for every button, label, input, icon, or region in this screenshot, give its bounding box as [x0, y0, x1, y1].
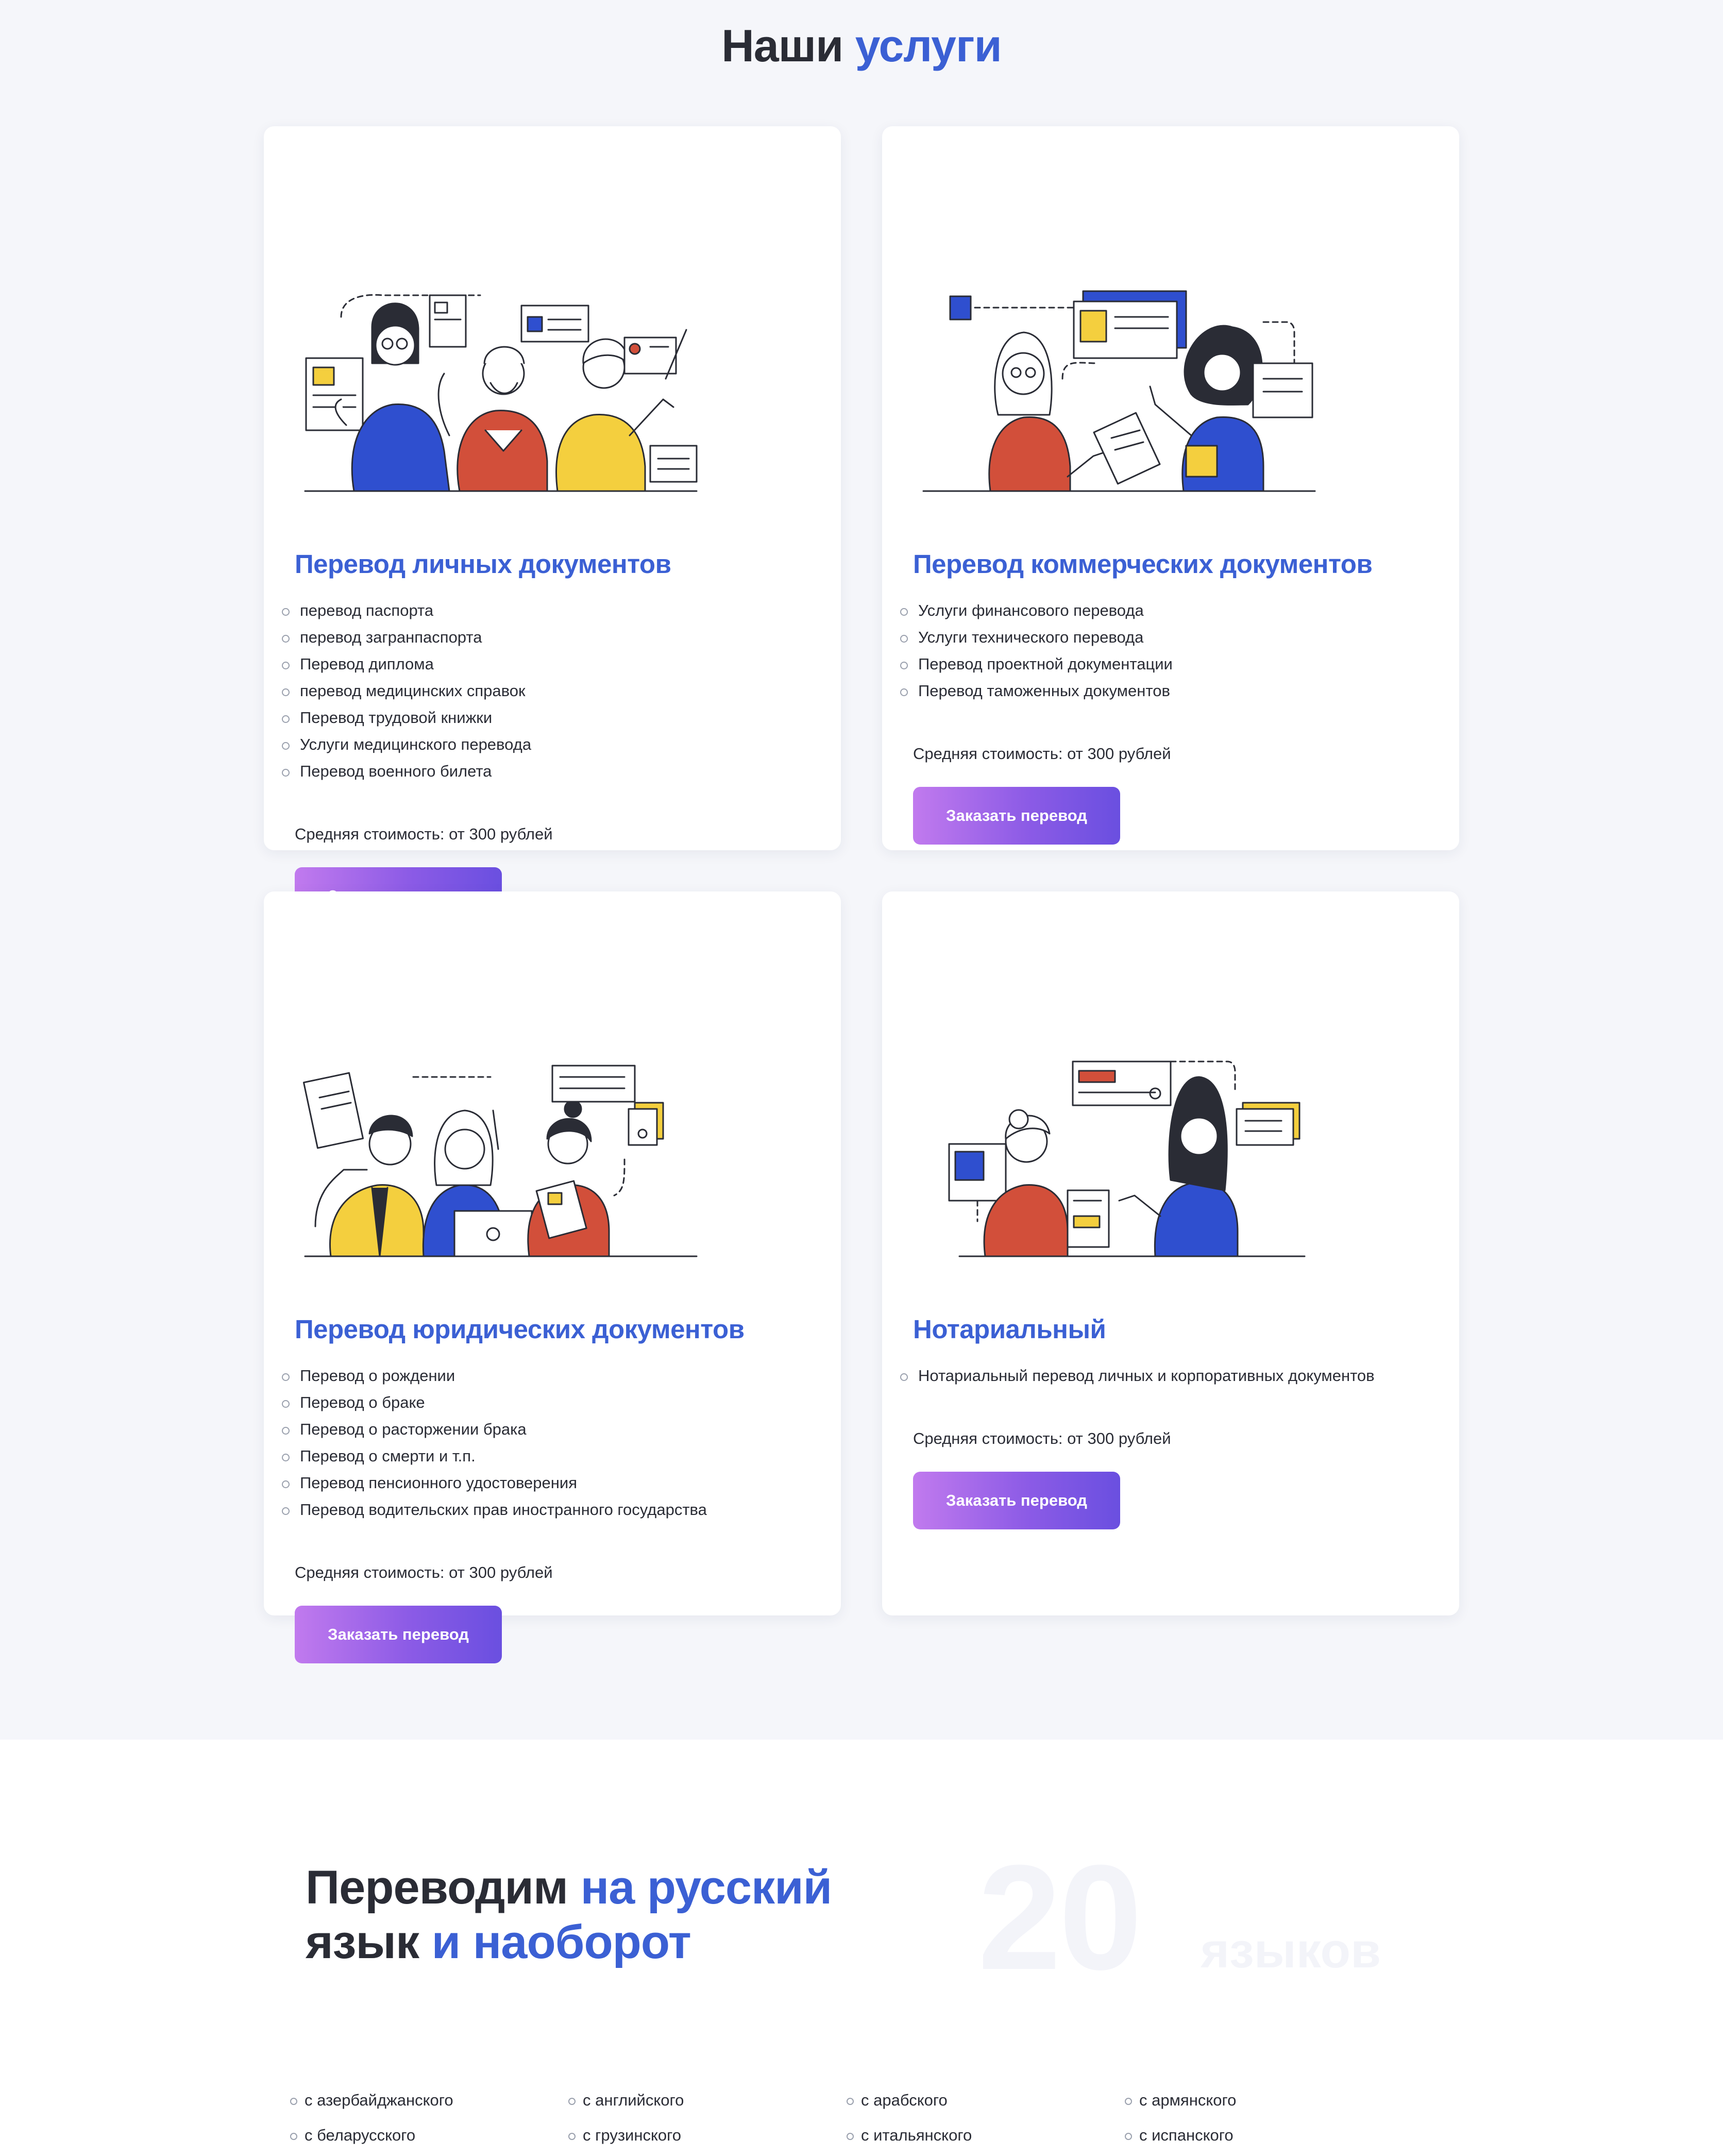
order-translation-button[interactable]: Заказать перевод [913, 1472, 1120, 1529]
languages-count-unit: языков [1201, 1923, 1381, 1978]
card-title: Перевод коммерческих документов [913, 549, 1373, 579]
languages-count: 20 [978, 1834, 1142, 2001]
service-card-legal: Перевод юридических документов Перевод о… [264, 891, 841, 1663]
list-item: Перевод о расторжении брака [282, 1416, 815, 1443]
list-item: Услуги технического перевода [900, 624, 1433, 651]
illustration-commercial-documents [913, 209, 1325, 497]
people-with-documents-illustration [922, 290, 1316, 492]
card-body: Перевод юридических документов Перевод о… [282, 1314, 815, 1663]
services-section: Наши услуги Перевод личных документов пе… [0, 0, 1723, 1740]
languages-list: с азербайджанского с английского с арабс… [290, 2087, 1424, 2149]
card-price: Средняя стоимость: от 300 рублей [913, 745, 1171, 763]
list-item: Перевод проектной документации [900, 651, 1433, 678]
heading-line1-accent: на русский [580, 1861, 833, 1914]
list-item: Перевод таможенных документов [900, 678, 1433, 704]
list-item: Перевод трудовой книжки [282, 704, 815, 731]
service-card-commercial: Перевод коммерческих документов Услуги ф… [882, 126, 1459, 850]
illustration-notary-documents [913, 974, 1325, 1262]
card-service-list: перевод паспорта перевод загранпаспорта … [282, 597, 815, 785]
list-item: Перевод водительских прав иностранного г… [282, 1496, 815, 1523]
people-with-documents-illustration [302, 1065, 698, 1257]
languages-heading: Переводим на русский язык и наоборот [306, 1860, 832, 1969]
list-item: перевод загранпаспорта [282, 624, 815, 651]
language-item: с английского [568, 2087, 847, 2114]
list-item: Перевод пенсионного удостоверения [282, 1470, 815, 1496]
card-service-list: Перевод о рождении Перевод о браке Перев… [282, 1362, 815, 1523]
list-item: перевод медицинских справок [282, 678, 815, 704]
card-price: Средняя стоимость: от 300 рублей [295, 825, 553, 843]
heading-line2-plain: язык [306, 1916, 419, 1968]
order-translation-button[interactable]: Заказать перевод [913, 787, 1120, 845]
list-item: Перевод о рождении [282, 1362, 815, 1389]
language-item: с азербайджанского [290, 2087, 568, 2114]
list-item: Перевод диплома [282, 651, 815, 678]
language-item: с грузинского [568, 2122, 847, 2149]
list-item: перевод паспорта [282, 597, 815, 624]
services-title-main: Наши [721, 20, 843, 71]
card-price: Средняя стоимость: от 300 рублей [913, 1429, 1171, 1447]
card-title: Перевод юридических документов [295, 1315, 745, 1344]
list-item: Перевод о браке [282, 1389, 815, 1416]
service-card-personal: Перевод личных документов перевод паспор… [264, 126, 841, 925]
illustration-legal-documents [295, 974, 707, 1262]
card-price: Средняя стоимость: от 300 рублей [295, 1563, 553, 1581]
list-item: Перевод военного билета [282, 758, 815, 785]
list-item: Нотариальный перевод личных и корпоратив… [900, 1362, 1433, 1389]
language-item: с итальянского [847, 2122, 1125, 2149]
services-title: Наши услуги [0, 20, 1723, 72]
services-title-accent: услуги [855, 20, 1002, 71]
people-with-documents-illustration [948, 1060, 1306, 1257]
service-card-notary: Нотариальный Нотариальный перевод личных… [882, 891, 1459, 1615]
heading-line2-accent: и наоборот [431, 1916, 691, 1968]
list-item: Услуги медицинского перевода [282, 731, 815, 758]
card-body: Перевод личных документов перевод паспор… [282, 549, 815, 925]
card-title: Перевод личных документов [295, 549, 671, 579]
people-with-documents-illustration [304, 294, 698, 492]
card-service-list: Нотариальный перевод личных и корпоратив… [900, 1362, 1433, 1389]
languages-section: Переводим на русский язык и наоборот 20 … [0, 1740, 1723, 2156]
list-item: Перевод о смерти и т.п. [282, 1443, 815, 1470]
card-title: Нотариальный [913, 1315, 1106, 1344]
list-item: Услуги финансового перевода [900, 597, 1433, 624]
language-item: с беларусского [290, 2122, 568, 2149]
card-body: Перевод коммерческих документов Услуги ф… [900, 549, 1433, 845]
heading-line1-plain: Переводим [306, 1861, 568, 1914]
language-item: с испанского [1125, 2122, 1403, 2149]
language-item: с армянского [1125, 2087, 1403, 2114]
card-body: Нотариальный Нотариальный перевод личных… [900, 1314, 1433, 1529]
illustration-personal-documents [295, 209, 707, 497]
order-translation-button[interactable]: Заказать перевод [295, 1606, 502, 1663]
card-service-list: Услуги финансового перевода Услуги техни… [900, 597, 1433, 704]
language-item: с арабского [847, 2087, 1125, 2114]
